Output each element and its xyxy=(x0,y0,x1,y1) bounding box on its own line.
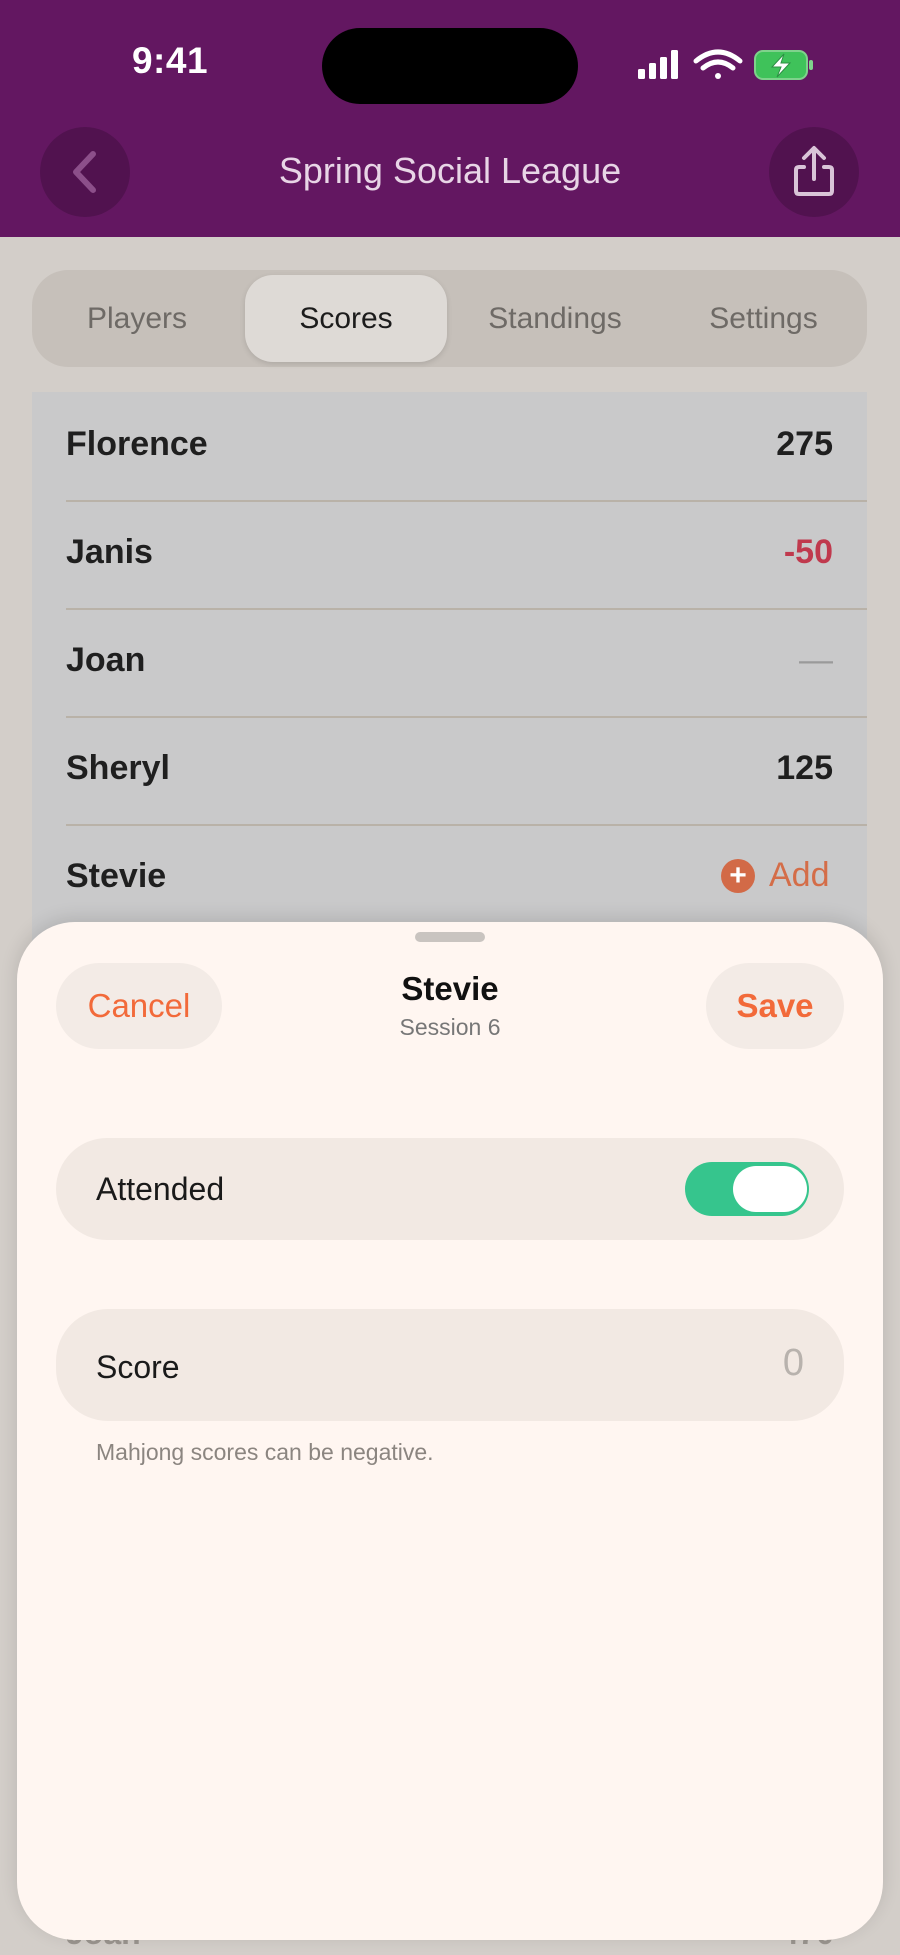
score-helper-text: Mahjong scores can be negative. xyxy=(96,1439,434,1465)
sheet-title: Stevie xyxy=(401,970,499,1007)
player-name: Joan xyxy=(66,641,146,679)
player-score: 125 xyxy=(776,749,833,787)
status-time: 9:41 xyxy=(131,40,209,81)
attended-row: Attended xyxy=(56,1138,844,1240)
score-entry-sheet: Cancel Stevie Session 6 Save Attended Sc… xyxy=(17,922,883,1940)
attended-toggle[interactable] xyxy=(685,1162,809,1216)
player-name: Sheryl xyxy=(66,749,170,787)
chevron-left-icon xyxy=(73,151,96,193)
tab-standings[interactable]: Standings xyxy=(450,270,660,367)
sheet-grabber[interactable] xyxy=(415,932,485,942)
add-label: Add xyxy=(769,856,830,894)
dynamic-island xyxy=(322,28,578,104)
save-button[interactable]: Save xyxy=(706,963,844,1049)
status-icons xyxy=(638,49,813,80)
add-score-button[interactable]: + Add xyxy=(721,856,833,896)
scores-list: Florence 275 Janis -50 Joan — Sheryl 125… xyxy=(32,392,867,952)
player-score: — xyxy=(799,641,833,679)
tab-scores[interactable]: Scores xyxy=(245,275,447,362)
toggle-knob xyxy=(733,1166,807,1212)
tab-bar: Players Scores Standings Settings xyxy=(32,270,867,367)
table-row[interactable]: Florence 275 xyxy=(66,392,867,502)
sheet-subtitle: Session 6 xyxy=(399,1014,501,1040)
table-row[interactable]: Stevie + Add xyxy=(66,824,867,932)
player-name: Florence xyxy=(66,425,208,463)
share-icon xyxy=(794,146,834,196)
cancel-button[interactable]: Cancel xyxy=(56,963,222,1049)
page-title: Spring Social League xyxy=(278,150,622,191)
share-button[interactable] xyxy=(769,127,859,217)
player-name: Stevie xyxy=(66,857,167,895)
score-label: Score xyxy=(96,1349,180,1385)
signal-icon xyxy=(638,50,678,79)
tab-players[interactable]: Players xyxy=(32,270,242,367)
attended-label: Attended xyxy=(96,1171,225,1207)
table-row[interactable]: Sheryl 125 xyxy=(66,716,867,826)
table-row[interactable]: Janis -50 xyxy=(66,500,867,610)
player-score: 275 xyxy=(776,425,833,463)
score-row: Score xyxy=(56,1309,844,1421)
score-input[interactable] xyxy=(602,1341,806,1386)
wifi-icon xyxy=(693,49,743,79)
plus-circle-icon: + xyxy=(721,859,755,893)
back-button[interactable] xyxy=(40,127,130,217)
player-score: -50 xyxy=(783,533,833,571)
battery-charging-icon xyxy=(754,50,813,80)
tab-settings[interactable]: Settings xyxy=(660,270,867,367)
nav-header: 9:41 Spring Social League xyxy=(0,0,900,237)
table-row[interactable]: Joan — xyxy=(66,608,867,718)
player-name: Janis xyxy=(66,533,153,571)
